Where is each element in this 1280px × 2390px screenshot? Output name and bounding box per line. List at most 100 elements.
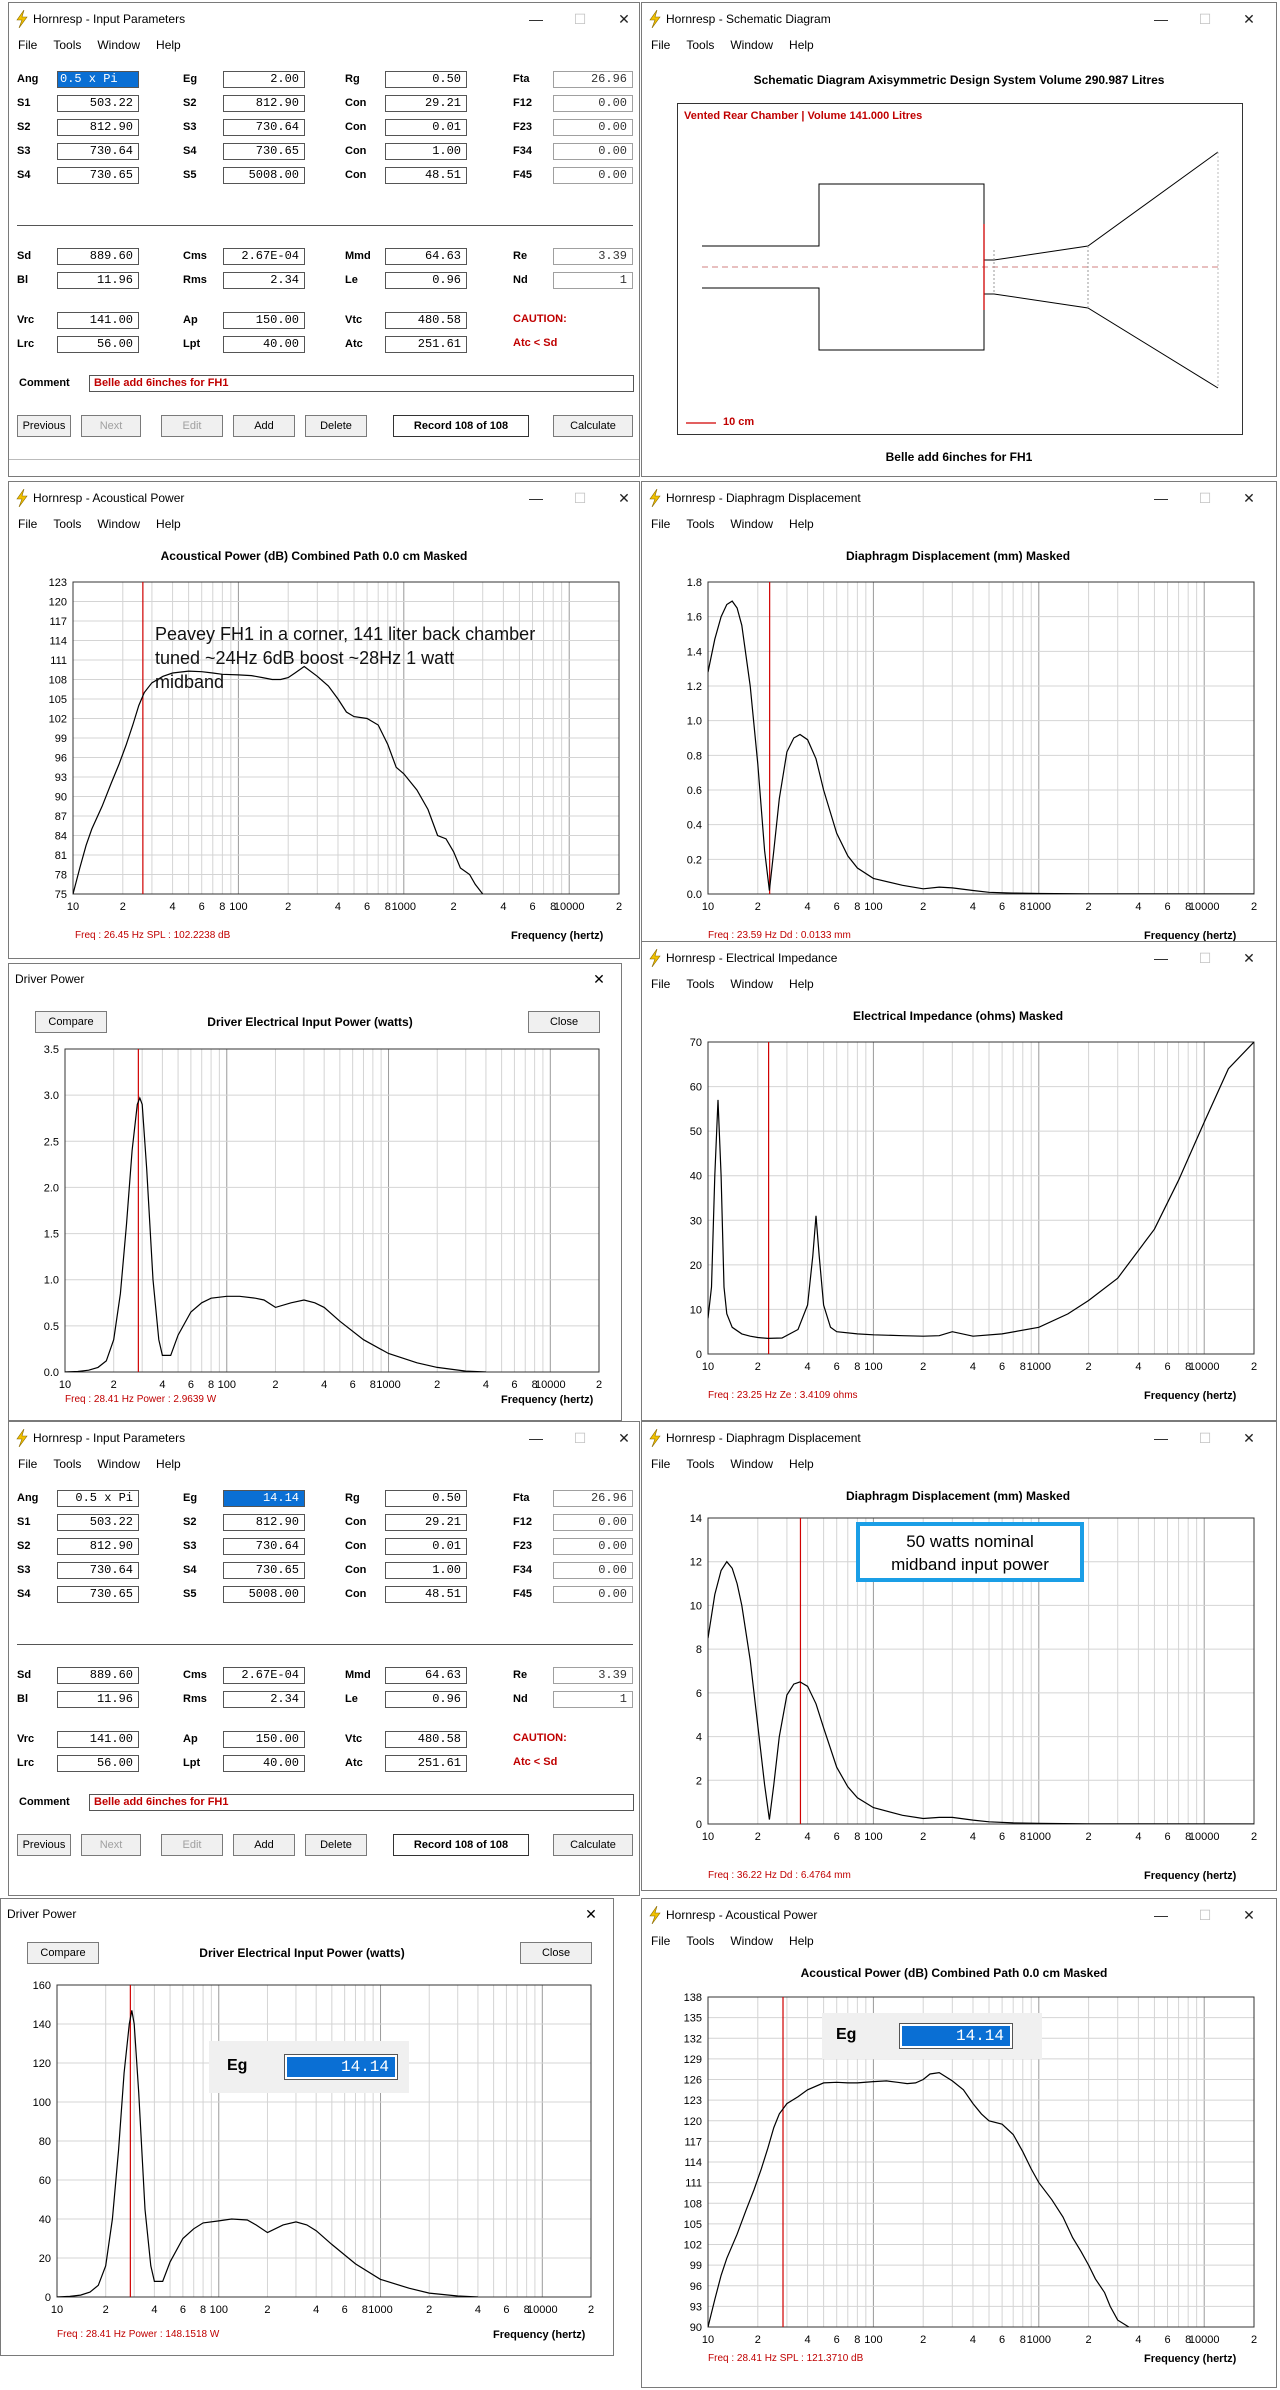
delete-button[interactable]: Delete [305,1834,367,1856]
add-button[interactable]: Add [233,415,295,437]
param-field-rg[interactable]: 0.50 [385,71,467,88]
param-field-ang[interactable]: 0.5 x Pi [57,1490,139,1507]
param-field-s5[interactable]: 5008.00 [223,1586,305,1603]
param-field-f34[interactable]: 0.00 [553,143,633,160]
param-field-re[interactable]: 3.39 [553,248,633,265]
param-field-bl[interactable]: 11.96 [57,1691,139,1708]
previous-button[interactable]: Previous [17,415,71,437]
param-field-re[interactable]: 3.39 [553,1667,633,1684]
maximize-button[interactable]: ☐ [557,1425,603,1451]
param-field-s3[interactable]: 730.64 [223,119,305,136]
param-field-eg[interactable]: 14.14 [223,1490,305,1507]
calculate-button[interactable]: Calculate [553,1834,633,1856]
param-field-f23[interactable]: 0.00 [553,119,633,136]
param-field-vtc[interactable]: 480.58 [385,1731,467,1748]
next-button[interactable]: Next [81,415,141,437]
param-field-s2[interactable]: 812.90 [57,1538,139,1555]
param-field-rms[interactable]: 2.34 [223,1691,305,1708]
param-field-ap[interactable]: 150.00 [223,312,305,329]
param-field-s4[interactable]: 730.65 [223,1562,305,1579]
param-field-ap[interactable]: 150.00 [223,1731,305,1748]
param-field-con[interactable]: 48.51 [385,167,467,184]
param-field-con[interactable]: 1.00 [385,1562,467,1579]
param-field-vrc[interactable]: 141.00 [57,1731,139,1748]
param-field-con[interactable]: 48.51 [385,1586,467,1603]
param-field-f12[interactable]: 0.00 [553,95,633,112]
maximize-button[interactable]: ☐ [1182,6,1228,32]
param-field-le[interactable]: 0.96 [385,1691,467,1708]
param-field-nd[interactable]: 1 [553,272,633,289]
param-field-cms[interactable]: 2.67E-04 [223,248,305,265]
param-field-s1[interactable]: 503.22 [57,1514,139,1531]
param-field-vtc[interactable]: 480.58 [385,312,467,329]
menu-tools[interactable]: Tools [677,35,721,55]
next-button[interactable]: Next [81,1834,141,1856]
minimize-button[interactable]: — [513,1425,559,1451]
param-field-mmd[interactable]: 64.63 [385,248,467,265]
param-field-eg[interactable]: 2.00 [223,71,305,88]
minimize-button[interactable]: — [1138,6,1184,32]
menu-tools[interactable]: Tools [44,35,88,55]
previous-button[interactable]: Previous [17,1834,71,1856]
param-field-s3[interactable]: 730.64 [57,143,139,160]
param-field-lrc[interactable]: 56.00 [57,1755,139,1772]
comment-field[interactable]: Belle add 6inches for FH1 [89,1794,634,1811]
param-field-s4[interactable]: 730.65 [223,143,305,160]
param-field-f12[interactable]: 0.00 [553,1514,633,1531]
param-field-sd[interactable]: 889.60 [57,1667,139,1684]
param-field-con[interactable]: 29.21 [385,95,467,112]
param-field-rms[interactable]: 2.34 [223,272,305,289]
param-field-lpt[interactable]: 40.00 [223,336,305,353]
param-field-cms[interactable]: 2.67E-04 [223,1667,305,1684]
close-button[interactable]: ✕ [1226,6,1272,32]
maximize-button[interactable]: ☐ [557,6,603,32]
menu-window[interactable]: Window [88,35,147,55]
param-field-bl[interactable]: 11.96 [57,272,139,289]
menu-file[interactable]: File [642,35,677,55]
param-field-f45[interactable]: 0.00 [553,1586,633,1603]
param-field-s2[interactable]: 812.90 [223,1514,305,1531]
param-field-s2[interactable]: 812.90 [223,95,305,112]
close-button[interactable]: ✕ [601,6,639,32]
param-field-s2[interactable]: 812.90 [57,119,139,136]
param-field-f34[interactable]: 0.00 [553,1562,633,1579]
param-field-ang[interactable]: 0.5 x Pi [57,71,139,88]
menu-help[interactable]: Help [147,35,188,55]
param-field-sd[interactable]: 889.60 [57,248,139,265]
param-field-s3[interactable]: 730.64 [57,1562,139,1579]
param-field-lpt[interactable]: 40.00 [223,1755,305,1772]
param-field-con[interactable]: 0.01 [385,1538,467,1555]
param-field-con[interactable]: 0.01 [385,119,467,136]
param-field-s4[interactable]: 730.65 [57,1586,139,1603]
menu-help[interactable]: Help [147,1454,188,1474]
param-field-fta[interactable]: 26.96 [553,1490,633,1507]
param-field-s5[interactable]: 5008.00 [223,167,305,184]
close-button[interactable]: ✕ [601,1425,639,1451]
param-field-f23[interactable]: 0.00 [553,1538,633,1555]
calculate-button[interactable]: Calculate [553,415,633,437]
menu-help[interactable]: Help [780,35,821,55]
param-field-atc[interactable]: 251.61 [385,1755,467,1772]
param-field-con[interactable]: 29.21 [385,1514,467,1531]
menu-window[interactable]: Window [88,1454,147,1474]
param-field-nd[interactable]: 1 [553,1691,633,1708]
comment-field[interactable]: Belle add 6inches for FH1 [89,375,634,392]
param-field-le[interactable]: 0.96 [385,272,467,289]
param-field-atc[interactable]: 251.61 [385,336,467,353]
param-field-s4[interactable]: 730.65 [57,167,139,184]
menu-file[interactable]: File [9,35,44,55]
param-field-vrc[interactable]: 141.00 [57,312,139,329]
add-button[interactable]: Add [233,1834,295,1856]
edit-button[interactable]: Edit [161,415,223,437]
param-field-mmd[interactable]: 64.63 [385,1667,467,1684]
delete-button[interactable]: Delete [305,415,367,437]
param-field-s3[interactable]: 730.64 [223,1538,305,1555]
param-field-s1[interactable]: 503.22 [57,95,139,112]
param-field-rg[interactable]: 0.50 [385,1490,467,1507]
menu-file[interactable]: File [9,1454,44,1474]
param-field-fta[interactable]: 26.96 [553,71,633,88]
param-field-con[interactable]: 1.00 [385,143,467,160]
param-field-f45[interactable]: 0.00 [553,167,633,184]
edit-button[interactable]: Edit [161,1834,223,1856]
menu-window[interactable]: Window [721,35,780,55]
